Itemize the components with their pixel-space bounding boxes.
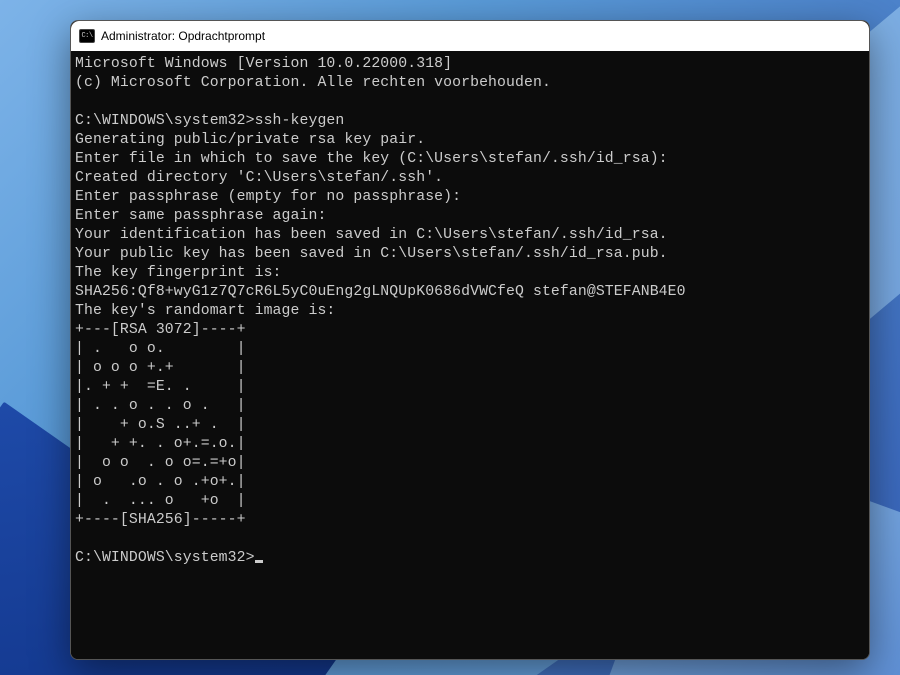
terminal-prompt: C:\WINDOWS\system32> (75, 550, 255, 566)
command-prompt-window: C:\ Administrator: Opdrachtprompt Micros… (70, 20, 870, 660)
terminal-lines: Microsoft Windows [Version 10.0.22000.31… (75, 56, 686, 528)
window-title: Administrator: Opdrachtprompt (101, 29, 265, 43)
cmd-icon: C:\ (79, 29, 95, 43)
cursor (255, 560, 263, 563)
titlebar[interactable]: C:\ Administrator: Opdrachtprompt (71, 21, 869, 51)
terminal-output[interactable]: Microsoft Windows [Version 10.0.22000.31… (71, 51, 869, 659)
